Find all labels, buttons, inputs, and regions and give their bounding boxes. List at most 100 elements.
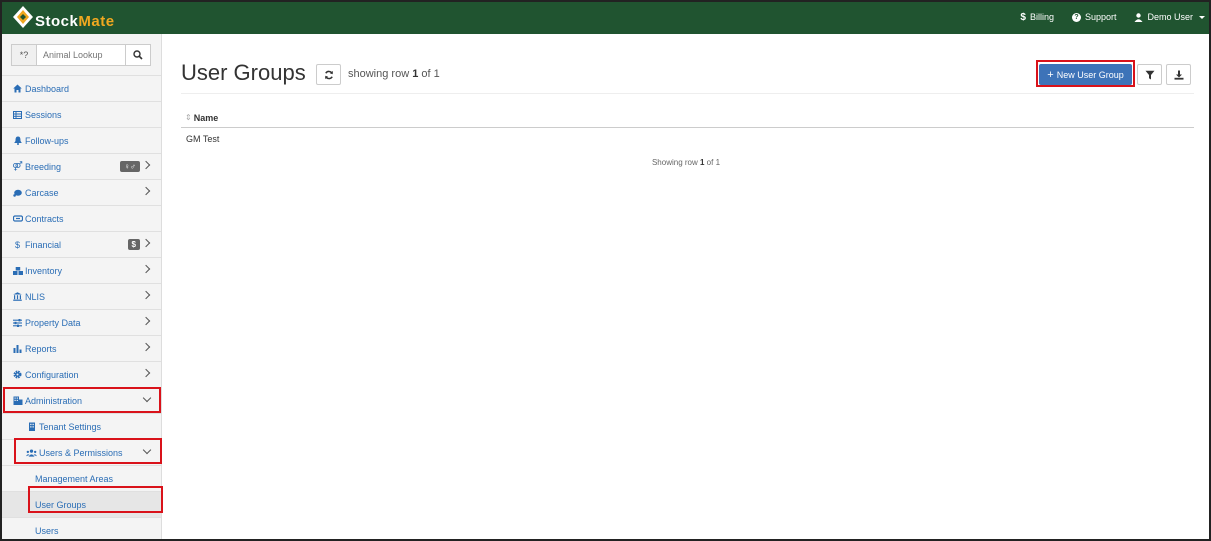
sidebar: *? Dashboard Sessions Follow-ups ⚤ Breed… — [0, 34, 162, 541]
chevron-down-icon — [142, 393, 152, 403]
sidebar-item-label: Users & Permissions — [39, 447, 123, 458]
bank-icon — [12, 292, 23, 301]
top-navbar: StockMate $ Billing ? Support Demo User — [0, 0, 1211, 34]
users-icon — [26, 449, 37, 457]
sidebar-item-users[interactable]: Users — [0, 517, 161, 541]
sort-icon: ⇕ — [185, 113, 192, 122]
animal-lookup: *? — [11, 44, 151, 66]
search-prefix[interactable]: *? — [12, 45, 37, 65]
refresh-button[interactable] — [316, 64, 341, 85]
sidebar-item-label: Sessions — [25, 109, 62, 120]
user-menu-label: Demo User — [1147, 12, 1193, 22]
filter-icon — [1145, 70, 1154, 79]
sidebar-item-label: User Groups — [35, 499, 87, 510]
brand-logo[interactable]: StockMate — [12, 4, 115, 32]
sidebar-item-financial[interactable]: $ Financial $ — [0, 231, 161, 257]
chevron-right-icon — [141, 368, 151, 378]
new-user-group-label: New User Group — [1056, 69, 1124, 80]
billing-label: Billing — [1029, 12, 1054, 22]
new-user-group-button[interactable]: + New User Group — [1039, 64, 1132, 85]
chevron-right-icon — [141, 290, 151, 300]
sidebar-item-reports[interactable]: Reports — [0, 335, 161, 361]
dollar-icon: $ — [14, 239, 20, 250]
sidebar-item-label: Management Areas — [35, 473, 114, 484]
building-icon — [26, 422, 37, 431]
table-row[interactable]: GM Test — [181, 130, 1194, 148]
building-icon — [12, 396, 23, 405]
dollar-icon: $ — [1020, 11, 1026, 23]
sidebar-item-users-permissions[interactable]: Users & Permissions — [0, 439, 161, 465]
boxes-icon — [12, 266, 23, 275]
sidebar-item-label: Configuration — [25, 369, 79, 380]
sliders-icon — [12, 318, 23, 327]
sidebar-item-label: Reports — [25, 343, 57, 354]
download-button[interactable] — [1166, 64, 1191, 85]
gear-icon — [12, 370, 23, 379]
sidebar-item-nlis[interactable]: NLIS — [0, 283, 161, 309]
bell-icon — [12, 136, 23, 145]
sidebar-item-management-areas[interactable]: Management Areas — [0, 465, 161, 491]
sidebar-item-property-data[interactable]: Property Data — [0, 309, 161, 335]
billing-link[interactable]: $ Billing — [1020, 12, 1054, 23]
sidebar-item-label: Tenant Settings — [39, 421, 102, 432]
sidebar-item-label: Inventory — [25, 265, 63, 276]
handshake-icon — [12, 215, 23, 222]
plus-icon: + — [1047, 68, 1054, 81]
header-divider — [181, 93, 1194, 94]
filter-button[interactable] — [1137, 64, 1162, 85]
chevron-down-icon — [142, 445, 152, 455]
bar-chart-icon — [12, 344, 23, 353]
chevron-right-icon — [141, 186, 151, 196]
user-icon — [1134, 12, 1143, 22]
sidebar-item-label: Carcase — [25, 187, 59, 198]
list-icon — [12, 110, 23, 119]
table-footer-count: Showing row 1 of 1 — [651, 158, 721, 167]
search-button[interactable] — [125, 45, 150, 65]
download-icon — [1174, 70, 1183, 80]
sidebar-item-breeding[interactable]: ⚤ Breeding ♀♂ — [0, 153, 161, 179]
meat-icon — [12, 189, 23, 197]
sidebar-item-dashboard[interactable]: Dashboard — [0, 75, 161, 101]
user-menu[interactable]: Demo User — [1134, 12, 1205, 22]
chevron-right-icon — [141, 160, 151, 170]
sidebar-item-label: Follow-ups — [25, 135, 69, 146]
chevron-right-icon — [141, 238, 151, 248]
sidebar-item-label: Financial — [25, 239, 62, 250]
sidebar-item-inventory[interactable]: Inventory — [0, 257, 161, 283]
chevron-right-icon — [141, 316, 151, 326]
sidebar-item-configuration[interactable]: Configuration — [0, 361, 161, 387]
caret-down-icon — [1199, 15, 1205, 19]
sidebar-item-carcase[interactable]: Carcase — [0, 179, 161, 205]
column-header-name[interactable]: ⇕ Name — [181, 108, 1194, 128]
chevron-right-icon — [141, 342, 151, 352]
support-label: Support — [1084, 12, 1117, 22]
search-icon — [133, 50, 143, 60]
column-header-label: Name — [193, 112, 219, 123]
page-title: User Groups — [181, 60, 306, 85]
sidebar-menu: Dashboard Sessions Follow-ups ⚤ Breeding… — [0, 75, 161, 541]
gender-icon: ⚤ — [12, 161, 23, 171]
table-cell-name: GM Test — [186, 134, 220, 144]
sidebar-item-tenant-settings[interactable]: Tenant Settings — [0, 413, 161, 439]
sidebar-item-administration[interactable]: Administration — [0, 387, 161, 413]
animal-lookup-input[interactable] — [37, 45, 125, 65]
question-circle-icon: ? — [1071, 12, 1081, 22]
sidebar-item-follow-ups[interactable]: Follow-ups — [0, 127, 161, 153]
breeding-badge: ♀♂ — [120, 161, 140, 172]
refresh-icon — [324, 70, 333, 79]
sidebar-item-contracts[interactable]: Contracts — [0, 205, 161, 231]
sidebar-item-label: Dashboard — [25, 83, 70, 94]
chevron-right-icon — [141, 264, 151, 274]
sidebar-item-label: Users — [35, 525, 59, 536]
stockmate-logo-icon — [13, 6, 33, 28]
sidebar-item-label: Breeding — [25, 161, 62, 172]
sidebar-item-user-groups[interactable]: User Groups — [0, 491, 161, 517]
sidebar-item-sessions[interactable]: Sessions — [0, 101, 161, 127]
main-content: User Groups showing row 1 of 1 + New Use… — [163, 34, 1209, 539]
row-count-text: showing row 1 of 1 — [348, 68, 440, 80]
sidebar-item-label: NLIS — [25, 291, 46, 302]
brand-name: StockMate — [35, 13, 115, 30]
support-link[interactable]: ? Support — [1071, 12, 1117, 22]
home-icon — [12, 84, 23, 93]
sidebar-item-label: Administration — [25, 395, 83, 406]
